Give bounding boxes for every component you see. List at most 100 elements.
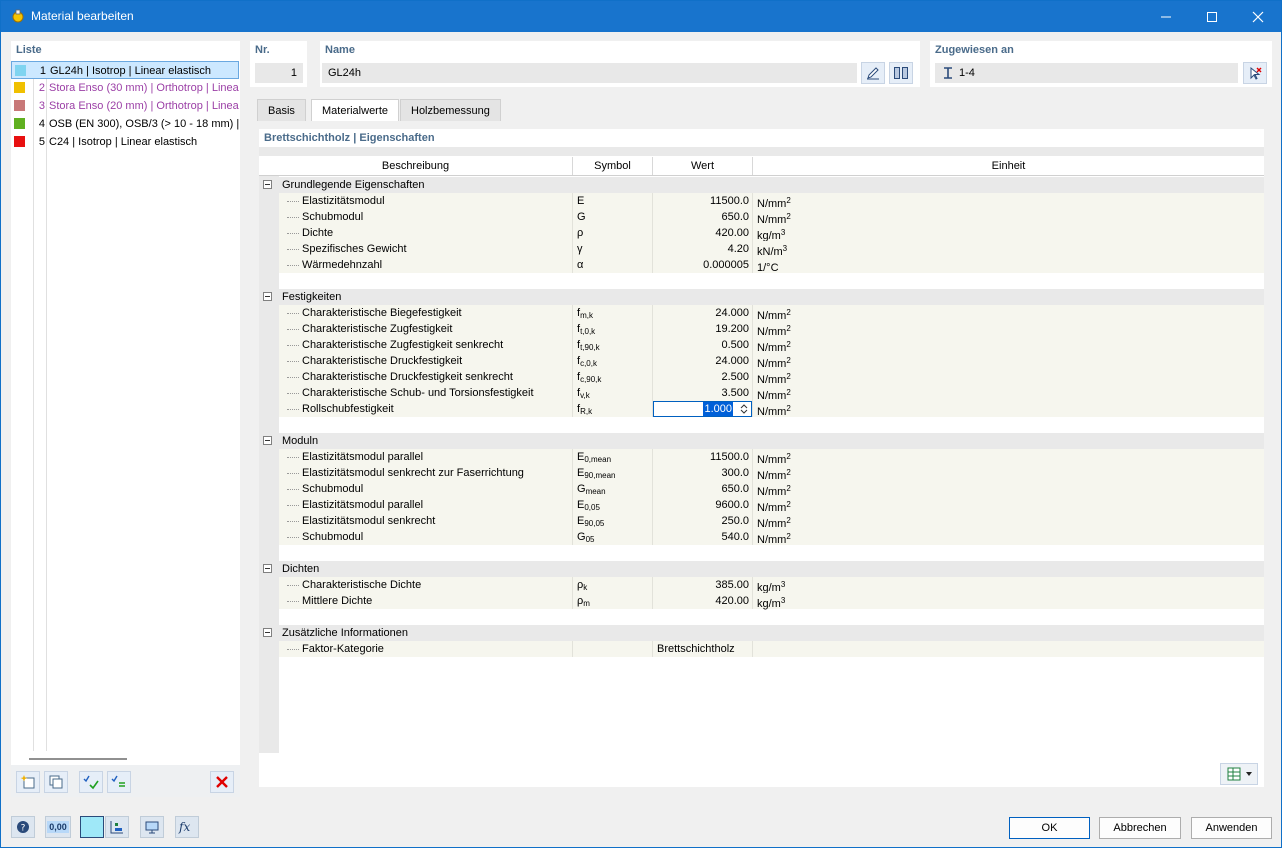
list-item-text: GL24h | Isotrop | Linear elastisch bbox=[50, 65, 212, 77]
property-value[interactable]: 385.00 bbox=[653, 577, 749, 593]
delete-material-button[interactable] bbox=[210, 771, 234, 793]
minimize-button[interactable] bbox=[1143, 1, 1189, 32]
property-value[interactable]: 650.0 bbox=[653, 481, 749, 497]
edit-name-button[interactable] bbox=[861, 62, 885, 84]
spin-arrows-icon[interactable] bbox=[740, 404, 748, 414]
new-material-button[interactable] bbox=[16, 771, 40, 793]
column-divider bbox=[752, 401, 753, 417]
property-row[interactable]: Elastizitätsmodul parallel E0,05 9600.0 N/m… bbox=[279, 497, 1264, 514]
color-button[interactable] bbox=[80, 816, 104, 838]
group-header[interactable]: Festigkeiten bbox=[259, 289, 1264, 305]
value-spin-input[interactable]: 1.000 bbox=[653, 401, 752, 417]
select-objects-button[interactable] bbox=[1243, 62, 1267, 84]
property-value[interactable]: 2.500 bbox=[653, 369, 749, 385]
display-properties-button[interactable] bbox=[105, 816, 129, 838]
property-value[interactable]: 0.000005 bbox=[653, 257, 749, 273]
group-header[interactable]: Grundlegende Eigenschaften bbox=[259, 177, 1264, 193]
property-row[interactable]: Schubmodul G 650.0 N/mm2 bbox=[279, 209, 1264, 226]
property-value[interactable]: 24.000 bbox=[653, 353, 749, 369]
column-header-symbol[interactable]: Symbol bbox=[573, 157, 653, 175]
ok-button[interactable]: OK bbox=[1009, 817, 1090, 839]
list-item-4[interactable]: 4 OSB (EN 300), OSB/3 (> 10 - 18 mm) | O bbox=[11, 115, 239, 133]
list-item-2[interactable]: 2 Stora Enso (30 mm) | Orthotrop | Linea bbox=[11, 79, 239, 97]
list-item-1[interactable]: 1 GL24h | Isotrop | Linear elastisch bbox=[11, 61, 239, 79]
collapse-icon[interactable] bbox=[263, 628, 272, 637]
property-row[interactable]: Elastizitätsmodul E 11500.0 N/mm2 bbox=[279, 193, 1264, 210]
apply-button[interactable]: Anwenden bbox=[1191, 817, 1272, 839]
group-header[interactable]: Zusätzliche Informationen bbox=[259, 625, 1264, 641]
property-value[interactable]: 420.00 bbox=[653, 225, 749, 241]
property-value[interactable]: 3.500 bbox=[653, 385, 749, 401]
check-selected-button[interactable] bbox=[107, 771, 131, 793]
property-row[interactable]: Charakteristische Biegefestigkeit fm,k 24.… bbox=[279, 305, 1264, 322]
property-value[interactable]: 19.200 bbox=[653, 321, 749, 337]
property-row[interactable]: Charakteristische Zugfestigkeit ft,0,k 19.… bbox=[279, 321, 1264, 338]
formula-button[interactable]: fx bbox=[175, 816, 199, 838]
check-all-button[interactable] bbox=[79, 771, 103, 793]
property-value[interactable]: 250.0 bbox=[653, 513, 749, 529]
list-item-3[interactable]: 3 Stora Enso (20 mm) | Orthotrop | Linea bbox=[11, 97, 239, 115]
property-value[interactable]: 4.20 bbox=[653, 241, 749, 257]
list-item-5[interactable]: 5 C24 | Isotrop | Linear elastisch bbox=[11, 133, 239, 151]
collapse-icon[interactable] bbox=[263, 292, 272, 301]
color-swatch bbox=[15, 65, 26, 76]
tree-connector bbox=[287, 345, 299, 346]
property-row[interactable]: Schubmodul G05 540.0 N/mm2 bbox=[279, 529, 1264, 546]
property-row[interactable]: Charakteristische Schub- und Torsionsfes… bbox=[279, 385, 1264, 402]
collapse-icon[interactable] bbox=[263, 564, 272, 573]
property-row[interactable]: Elastizitätsmodul parallel E0,mean 11500.0… bbox=[279, 449, 1264, 466]
property-row[interactable]: Schubmodul Gmean 650.0 N/mm2 bbox=[279, 481, 1264, 498]
property-row[interactable]: Faktor-Kategorie Brettschichtholz bbox=[279, 641, 1264, 657]
property-row[interactable]: Dichte ρ 420.00 kg/m3 bbox=[279, 225, 1264, 242]
property-row[interactable]: Elastizitätsmodul senkrecht zur Faserric… bbox=[279, 465, 1264, 482]
property-value[interactable]: 11500.0 bbox=[653, 449, 749, 465]
help-button[interactable]: ? bbox=[11, 816, 35, 838]
assigned-value: 1-4 bbox=[959, 67, 975, 79]
property-value[interactable]: 420.00 bbox=[653, 593, 749, 609]
collapse-icon[interactable] bbox=[263, 436, 272, 445]
copy-material-button[interactable] bbox=[44, 771, 68, 793]
property-value[interactable]: 540.0 bbox=[653, 529, 749, 545]
collapse-icon[interactable] bbox=[263, 180, 272, 189]
close-button[interactable] bbox=[1235, 1, 1281, 32]
horizontal-scrollbar[interactable] bbox=[29, 758, 127, 760]
export-button[interactable] bbox=[1220, 763, 1258, 785]
property-value[interactable]: 300.0 bbox=[653, 465, 749, 481]
name-field[interactable]: GL24h bbox=[322, 63, 857, 83]
property-row[interactable]: Wärmedehnzahl α 0.000005 1/°C bbox=[279, 257, 1264, 274]
property-row[interactable]: Spezifisches Gewicht γ 4.20 kN/m3 bbox=[279, 241, 1264, 258]
property-value[interactable]: Brettschichtholz bbox=[657, 641, 735, 657]
property-row[interactable]: Elastizitätsmodul senkrecht E90,05 250.0 N/… bbox=[279, 513, 1264, 530]
property-row[interactable]: Charakteristische Druckfestigkeit senkre… bbox=[279, 369, 1264, 386]
maximize-button[interactable] bbox=[1189, 1, 1235, 32]
property-value[interactable]: 650.0 bbox=[653, 209, 749, 225]
property-row[interactable]: Rollschubfestigkeit fR,k 1.000 N/mm2 bbox=[279, 401, 1264, 418]
property-value[interactable]: 24.000 bbox=[653, 305, 749, 321]
property-description: Charakteristische Druckfestigkeit bbox=[302, 355, 463, 367]
column-header-value[interactable]: Wert bbox=[653, 157, 753, 175]
copy-icon bbox=[49, 775, 63, 789]
cancel-button[interactable]: Abbrechen bbox=[1099, 817, 1181, 839]
column-divider bbox=[572, 465, 573, 481]
property-value[interactable]: 11500.0 bbox=[653, 193, 749, 209]
property-row[interactable]: Charakteristische Dichte ρk 385.00 kg/m3 bbox=[279, 577, 1264, 594]
property-row[interactable]: Charakteristische Zugfestigkeit senkrech… bbox=[279, 337, 1264, 354]
property-value[interactable]: 9600.0 bbox=[653, 497, 749, 513]
assigned-field[interactable]: 1-4 bbox=[935, 63, 1238, 83]
material-library-button[interactable] bbox=[889, 62, 913, 84]
group-header[interactable]: Moduln bbox=[259, 433, 1264, 449]
property-value[interactable]: 0.500 bbox=[653, 337, 749, 353]
column-header-unit[interactable]: Einheit bbox=[753, 157, 1264, 175]
group-header[interactable]: Dichten bbox=[259, 561, 1264, 577]
view-button[interactable] bbox=[140, 816, 164, 838]
property-row[interactable]: Charakteristische Druckfestigkeit fc,0,k 2… bbox=[279, 353, 1264, 370]
property-value[interactable]: 1.000 bbox=[703, 402, 733, 416]
tab-materialwerte[interactable]: Materialwerte bbox=[311, 99, 400, 122]
tab-holzbemessung[interactable]: Holzbemessung bbox=[400, 99, 501, 121]
nr-field[interactable]: 1 bbox=[255, 63, 303, 83]
units-button[interactable]: 0,00 bbox=[45, 816, 71, 838]
property-row[interactable]: Mittlere Dichte ρm 420.00 kg/m3 bbox=[279, 593, 1264, 610]
tab-basis[interactable]: Basis bbox=[257, 99, 306, 121]
column-header-description[interactable]: Beschreibung bbox=[259, 157, 573, 175]
column-divider bbox=[572, 209, 573, 225]
